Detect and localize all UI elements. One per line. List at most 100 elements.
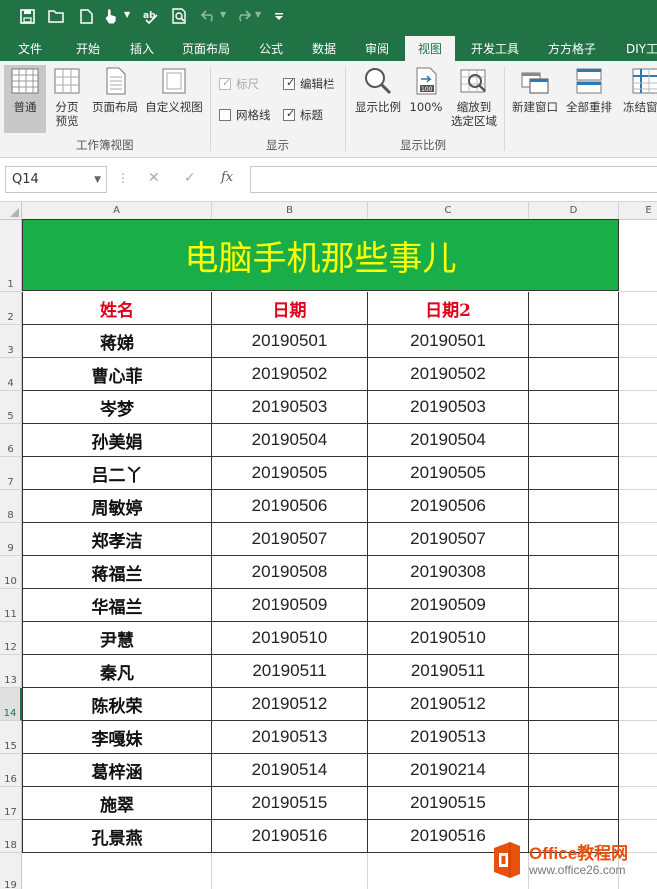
date2-cell[interactable]: 20190507: [368, 523, 529, 556]
empty-cell[interactable]: [619, 589, 657, 622]
name-box[interactable]: Q14 ▼: [5, 166, 107, 193]
empty-cell[interactable]: [619, 622, 657, 655]
row-header-12[interactable]: 12: [0, 622, 22, 655]
date2-cell[interactable]: 20190513: [368, 721, 529, 754]
empty-cell[interactable]: [529, 688, 619, 721]
column-header-a[interactable]: A: [22, 202, 212, 220]
empty-cell[interactable]: [529, 391, 619, 424]
name-cell[interactable]: 陈秋荣: [22, 688, 212, 721]
insert-function-icon[interactable]: fx: [221, 170, 233, 185]
empty-cell[interactable]: [619, 721, 657, 754]
column-header-e[interactable]: E: [619, 202, 657, 220]
empty-cell[interactable]: [619, 655, 657, 688]
date2-cell[interactable]: 20190510: [368, 622, 529, 655]
empty-cell[interactable]: [619, 220, 657, 292]
date-cell[interactable]: 20190508: [212, 556, 368, 589]
empty-cell[interactable]: [619, 325, 657, 358]
row-header-7[interactable]: 7: [0, 457, 22, 490]
table-header-cell[interactable]: 日期2: [368, 292, 529, 325]
row-header-18[interactable]: 18: [0, 820, 22, 853]
empty-cell[interactable]: [529, 292, 619, 325]
empty-cell[interactable]: [529, 325, 619, 358]
date2-cell[interactable]: 20190511: [368, 655, 529, 688]
empty-cell[interactable]: [529, 655, 619, 688]
tab-view[interactable]: 视图: [405, 36, 455, 61]
row-header-3[interactable]: 3: [0, 325, 22, 358]
date2-cell[interactable]: 20190504: [368, 424, 529, 457]
enter-check-icon[interactable]: ✓: [184, 170, 196, 186]
empty-cell[interactable]: [619, 787, 657, 820]
touch-mode-icon[interactable]: [100, 5, 122, 27]
name-cell[interactable]: 葛梓涵: [22, 754, 212, 787]
column-header-c[interactable]: C: [368, 202, 529, 220]
new-file-icon[interactable]: [75, 5, 97, 27]
empty-cell[interactable]: [529, 754, 619, 787]
gridlines-checkbox[interactable]: 网格线: [219, 107, 271, 123]
empty-cell[interactable]: [212, 853, 368, 889]
tab-page-layout[interactable]: 页面布局: [172, 36, 240, 61]
date-cell[interactable]: 20190511: [212, 655, 368, 688]
formula-input[interactable]: [250, 166, 657, 193]
date-cell[interactable]: 20190504: [212, 424, 368, 457]
date2-cell[interactable]: 20190214: [368, 754, 529, 787]
empty-cell[interactable]: [529, 457, 619, 490]
empty-cell[interactable]: [619, 457, 657, 490]
tab-home[interactable]: 开始: [62, 36, 114, 61]
headings-checkbox[interactable]: ✓ 标题: [283, 107, 323, 123]
name-cell[interactable]: 周敏婷: [22, 490, 212, 523]
row-header-2[interactable]: 2: [0, 292, 22, 325]
row-header-13[interactable]: 13: [0, 655, 22, 688]
date-cell[interactable]: 20190513: [212, 721, 368, 754]
date2-cell[interactable]: 20190308: [368, 556, 529, 589]
date-cell[interactable]: 20190501: [212, 325, 368, 358]
page-layout-button[interactable]: 页面布局: [89, 65, 141, 114]
name-cell[interactable]: 吕二丫: [22, 457, 212, 490]
chevron-down-icon[interactable]: ▼: [94, 175, 101, 185]
row-header-11[interactable]: 11: [0, 589, 22, 622]
name-cell[interactable]: 秦凡: [22, 655, 212, 688]
row-header-6[interactable]: 6: [0, 424, 22, 457]
date2-cell[interactable]: 20190515: [368, 787, 529, 820]
date-cell[interactable]: 20190503: [212, 391, 368, 424]
date-cell[interactable]: 20190506: [212, 490, 368, 523]
name-cell[interactable]: 华福兰: [22, 589, 212, 622]
more-icon[interactable]: ⋮: [117, 171, 129, 185]
undo-dropdown-icon[interactable]: ▼: [220, 10, 228, 22]
empty-cell[interactable]: [619, 490, 657, 523]
row-header-8[interactable]: 8: [0, 490, 22, 523]
row-header-5[interactable]: 5: [0, 391, 22, 424]
arrange-all-button[interactable]: 全部重排: [563, 65, 615, 114]
new-window-button[interactable]: 新建窗口: [509, 65, 561, 114]
date-cell[interactable]: 20190507: [212, 523, 368, 556]
empty-cell[interactable]: [529, 622, 619, 655]
table-header-cell[interactable]: 姓名: [22, 292, 212, 325]
ruler-checkbox[interactable]: ✓ 标尺: [219, 76, 259, 92]
tab-data[interactable]: 数据: [300, 36, 348, 61]
name-cell[interactable]: 蒋娣: [22, 325, 212, 358]
empty-cell[interactable]: [619, 424, 657, 457]
zoom-button[interactable]: 显示比例: [352, 65, 404, 114]
name-cell[interactable]: 李嘎妹: [22, 721, 212, 754]
chevron-down-icon[interactable]: ▼: [124, 10, 132, 22]
date-cell[interactable]: 20190515: [212, 787, 368, 820]
date-cell[interactable]: 20190505: [212, 457, 368, 490]
tab-diy[interactable]: DIY工: [618, 36, 657, 61]
row-header-14[interactable]: 14: [0, 688, 22, 721]
empty-cell[interactable]: [619, 358, 657, 391]
row-header-16[interactable]: 16: [0, 754, 22, 787]
empty-cell[interactable]: [529, 721, 619, 754]
tab-insert[interactable]: 插入: [116, 36, 168, 61]
name-cell[interactable]: 施翠: [22, 787, 212, 820]
date-cell[interactable]: 20190516: [212, 820, 368, 853]
date2-cell[interactable]: 20190506: [368, 490, 529, 523]
print-preview-icon[interactable]: [168, 5, 190, 27]
date2-cell[interactable]: 20190512: [368, 688, 529, 721]
date-cell[interactable]: 20190512: [212, 688, 368, 721]
row-header-15[interactable]: 15: [0, 721, 22, 754]
empty-cell[interactable]: [22, 853, 212, 889]
row-header-9[interactable]: 9: [0, 523, 22, 556]
empty-cell[interactable]: [529, 556, 619, 589]
empty-cell[interactable]: [619, 292, 657, 325]
redo-dropdown-icon[interactable]: ▼: [255, 10, 263, 22]
name-cell[interactable]: 岑梦: [22, 391, 212, 424]
